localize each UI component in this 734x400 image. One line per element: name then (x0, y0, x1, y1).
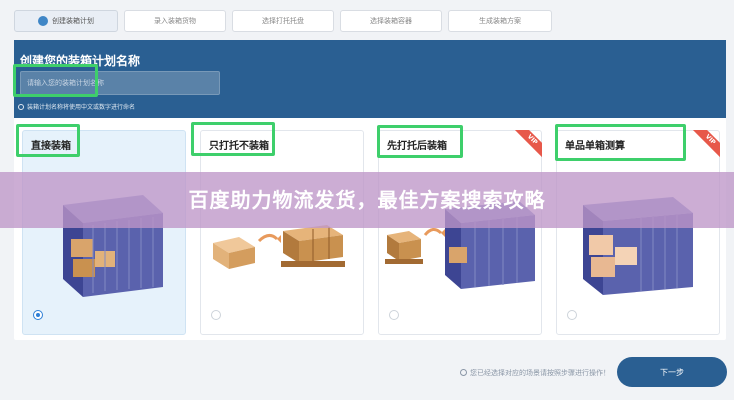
next-button[interactable]: 下一步 (617, 357, 727, 387)
vip-label: VIP (514, 130, 542, 158)
step-tab-3[interactable]: 选择打托托盘 (232, 10, 334, 32)
step-label: 录入装箱货物 (154, 17, 196, 25)
step-label: 创建装箱计划 (52, 17, 94, 25)
mode-radio[interactable] (567, 310, 577, 320)
step-label: 选择打托托盘 (262, 17, 304, 25)
mode-card-pallet-only[interactable]: 只打托不装箱 (200, 130, 364, 335)
plan-hint-text: 装箱计划名称将使用中文或数字进行命名 (27, 104, 136, 111)
overlay-banner: 百度助力物流发货，最佳方案搜索攻略 (0, 172, 734, 228)
mode-radio[interactable] (211, 310, 221, 320)
step-progress-bar: 创建装箱计划 录入装箱货物 选择打托托盘 选择装箱容器 生成装箱方案 (14, 10, 720, 36)
step-label: 生成装箱方案 (479, 17, 521, 25)
step-tab-4[interactable]: 选择装箱容器 (340, 10, 442, 32)
vip-badge: VIP (514, 130, 542, 158)
step-tab-2[interactable]: 录入装箱货物 (124, 10, 226, 32)
step-tab-1[interactable]: 创建装箱计划 (14, 10, 118, 32)
highlight-card-2-label (191, 122, 275, 156)
footer-tip: 您已经选择对应的场景请按照步骤进行操作！ (460, 368, 610, 378)
mode-card-pallet-then-pack[interactable]: 先打托后装箱 VIP (378, 130, 542, 335)
highlight-card-4-label (555, 124, 686, 161)
plan-header: 创建您的装箱计划名称 装箱计划名称将使用中文或数字进行命名 (14, 40, 726, 118)
step-tab-5[interactable]: 生成装箱方案 (448, 10, 552, 32)
highlight-card-1-label (16, 124, 80, 157)
banner-title: 百度助力物流发货，最佳方案搜索攻略 (188, 188, 546, 212)
vip-badge: VIP (692, 130, 720, 158)
highlight-plan-input (13, 64, 98, 97)
step-number-icon (38, 16, 48, 26)
footer-tip-text: 您已经选择对应的场景请按照步骤进行操作！ (470, 369, 610, 377)
mode-card-direct[interactable]: 直接装箱 (22, 130, 186, 335)
info-icon (460, 369, 467, 376)
highlight-card-3-label (377, 125, 463, 158)
mode-radio[interactable] (33, 310, 43, 320)
step-label: 选择装箱容器 (370, 17, 412, 25)
vip-label: VIP (692, 130, 720, 158)
plan-hint: 装箱计划名称将使用中文或数字进行命名 (18, 102, 135, 111)
info-icon (18, 104, 24, 110)
mode-radio[interactable] (389, 310, 399, 320)
